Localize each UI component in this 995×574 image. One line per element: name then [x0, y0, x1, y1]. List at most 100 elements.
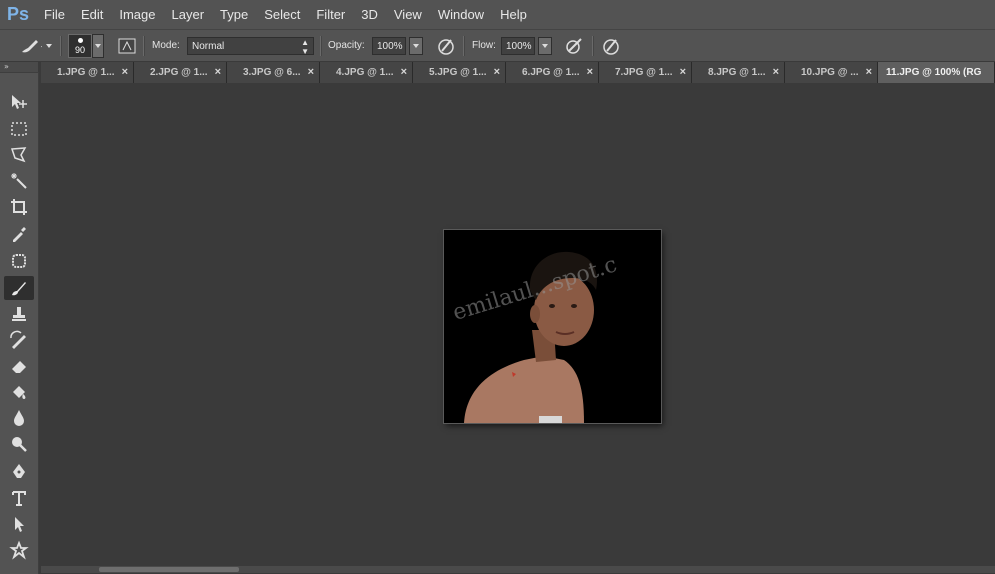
- close-icon[interactable]: ×: [773, 66, 779, 78]
- menu-file[interactable]: File: [36, 0, 73, 29]
- eraser-tool[interactable]: [4, 354, 34, 378]
- clone-stamp-tool[interactable]: [4, 302, 34, 326]
- type-icon: [12, 491, 26, 506]
- menu-type[interactable]: Type: [212, 0, 256, 29]
- flow-dropdown[interactable]: [538, 36, 552, 55]
- tab-label: 3.JPG @ 6...: [243, 67, 301, 78]
- brush-panel-toggle[interactable]: [118, 30, 136, 61]
- document-canvas[interactable]: emilaul...spot.c: [444, 230, 661, 423]
- close-icon[interactable]: ×: [308, 66, 314, 78]
- eyedropper-tool[interactable]: [4, 222, 34, 246]
- menu-image[interactable]: Image: [111, 0, 163, 29]
- brush-size-box: 90: [68, 33, 92, 58]
- opacity-label: Opacity:: [328, 40, 365, 51]
- close-icon[interactable]: ×: [494, 66, 500, 78]
- tab-6-jpg[interactable]: 6.JPG @ 1... ×: [506, 62, 599, 83]
- horizontal-scrollbar[interactable]: [41, 566, 995, 573]
- brush-panel-icon: [118, 38, 136, 53]
- tab-label: 7.JPG @ 1...: [615, 67, 673, 78]
- brush-size-dropdown[interactable]: [92, 33, 104, 58]
- close-icon[interactable]: ×: [122, 66, 128, 78]
- menu-layer[interactable]: Layer: [164, 0, 213, 29]
- airbrush-icon: [566, 37, 582, 54]
- tab-1-jpg[interactable]: 1.JPG @ 1... ×: [41, 62, 134, 83]
- brush-preset-icon: [22, 39, 42, 52]
- tab-label: 6.JPG @ 1...: [522, 67, 580, 78]
- pressure-size-toggle[interactable]: [601, 30, 621, 61]
- tab-label: 8.JPG @ 1...: [708, 67, 766, 78]
- tab-7-jpg[interactable]: 7.JPG @ 1... ×: [599, 62, 692, 83]
- history-brush-tool[interactable]: [4, 328, 34, 352]
- gradient-icon: [13, 386, 26, 399]
- brush-tip-icon: [78, 37, 83, 43]
- crop-tool[interactable]: [4, 195, 34, 219]
- menu-select[interactable]: Select: [256, 0, 308, 29]
- panel-collapse-toggle[interactable]: »: [0, 62, 38, 72]
- opacity-dropdown[interactable]: [409, 36, 423, 55]
- brush-size-value: 90: [74, 44, 85, 55]
- brush-tool[interactable]: [4, 276, 34, 300]
- type-tool[interactable]: [4, 486, 34, 510]
- pressure-opacity-icon: [438, 38, 454, 55]
- magic-wand-icon: [11, 173, 27, 189]
- move-tool[interactable]: [4, 90, 34, 114]
- menu-bar: Ps File Edit Image Layer Type Select Fil…: [0, 0, 995, 30]
- eyedropper-icon: [13, 227, 26, 242]
- flow-label: Flow:: [472, 40, 496, 51]
- pen-tool[interactable]: [4, 460, 34, 484]
- tab-5-jpg[interactable]: 5.JPG @ 1... ×: [413, 62, 506, 83]
- menu-filter[interactable]: Filter: [308, 0, 353, 29]
- tool-preset-picker[interactable]: [18, 30, 52, 61]
- flow-input[interactable]: 100%: [501, 36, 535, 55]
- menu-edit[interactable]: Edit: [73, 0, 111, 29]
- tab-3-jpg[interactable]: 3.JPG @ 6... ×: [227, 62, 320, 83]
- close-icon[interactable]: ×: [680, 66, 686, 78]
- pen-icon: [13, 464, 25, 478]
- preset-dropdown-arrow: [46, 43, 52, 48]
- crop-icon: [11, 199, 27, 215]
- scrollbar-thumb[interactable]: [99, 567, 239, 572]
- blur-icon: [14, 410, 24, 426]
- tab-label: 5.JPG @ 1...: [429, 67, 487, 78]
- tab-10-jpg[interactable]: 10.JPG @ ... ×: [785, 62, 878, 83]
- close-icon[interactable]: ×: [866, 66, 872, 78]
- stepper-arrows-icon: ▲ ▼: [301, 37, 309, 56]
- menu-window[interactable]: Window: [430, 0, 492, 29]
- menu-view[interactable]: View: [386, 0, 430, 29]
- close-icon[interactable]: ×: [587, 66, 593, 78]
- mode-value: Normal: [192, 40, 225, 52]
- lasso-tool[interactable]: [4, 143, 34, 167]
- tab-4-jpg[interactable]: 4.JPG @ 1... ×: [320, 62, 413, 83]
- menu-help[interactable]: Help: [492, 0, 535, 29]
- tools-panel: [0, 72, 39, 574]
- menu-3d[interactable]: 3D: [353, 0, 386, 29]
- options-bar: 90 Mode: Normal ▲▼ Opacity: 100% Flow:: [0, 30, 995, 62]
- close-icon[interactable]: ×: [215, 66, 221, 78]
- tab-label: 10.JPG @ ...: [801, 67, 859, 78]
- flow-field[interactable]: 100%: [501, 30, 552, 61]
- blur-tool[interactable]: [4, 406, 34, 430]
- tab-label: 1.JPG @ 1...: [57, 67, 115, 78]
- tab-label: 4.JPG @ 1...: [336, 67, 394, 78]
- opacity-field[interactable]: 100%: [372, 30, 423, 61]
- marquee-icon: [11, 122, 27, 136]
- pressure-opacity-toggle[interactable]: [436, 30, 456, 61]
- mode-select[interactable]: Normal ▲ ▼: [187, 30, 314, 61]
- opacity-input[interactable]: 100%: [372, 36, 406, 55]
- dodge-tool[interactable]: [4, 432, 34, 456]
- brush-size-picker[interactable]: 90: [68, 30, 104, 61]
- dodge-icon: [12, 437, 27, 452]
- tab-8-jpg[interactable]: 8.JPG @ 1... ×: [692, 62, 785, 83]
- airbrush-toggle[interactable]: [564, 30, 584, 61]
- close-icon[interactable]: ×: [401, 66, 407, 78]
- tab-2-jpg[interactable]: 2.JPG @ 1... ×: [134, 62, 227, 83]
- gradient-tool[interactable]: [4, 380, 34, 404]
- document-tab-bar: 1.JPG @ 1... × 2.JPG @ 1... × 3.JPG @ 6...…: [41, 62, 995, 83]
- marquee-tool[interactable]: [4, 117, 34, 141]
- magic-wand-tool[interactable]: [4, 169, 34, 193]
- shape-tool[interactable]: [4, 538, 34, 562]
- tab-11-jpg-active[interactable]: 11.JPG @ 100% (RG: [878, 62, 995, 83]
- tab-label: 2.JPG @ 1...: [150, 67, 208, 78]
- path-selection-tool[interactable]: [4, 512, 34, 536]
- healing-brush-tool[interactable]: [4, 249, 34, 273]
